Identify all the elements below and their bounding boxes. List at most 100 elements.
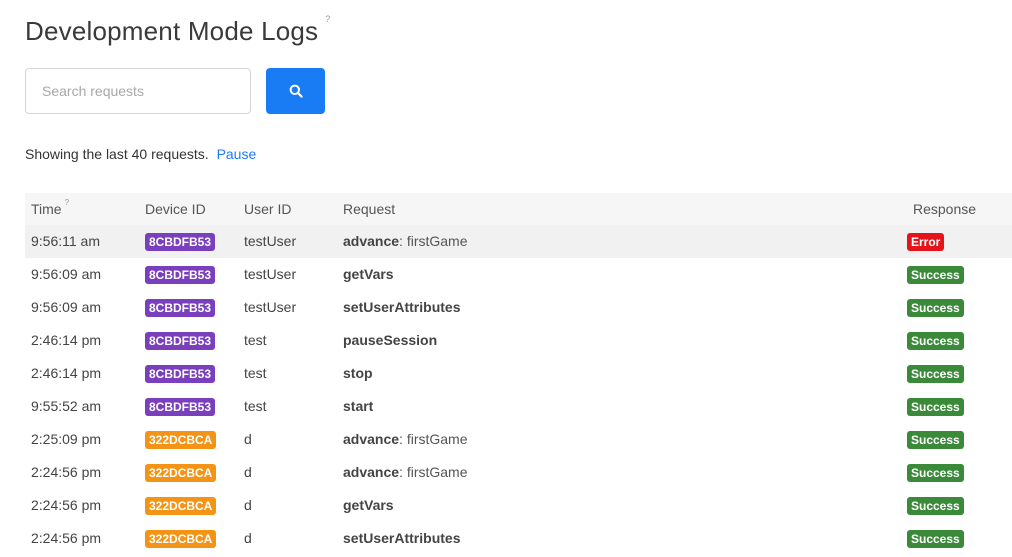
column-header-response[interactable]: Response: [913, 193, 976, 225]
response-status-badge: Success: [907, 497, 964, 516]
request-method: advance: [343, 464, 400, 480]
row-user-id: d: [244, 464, 252, 480]
device-id-badge[interactable]: 322DCBCA: [145, 464, 217, 483]
request-colon: :: [399, 464, 407, 480]
row-device-id: 8CBDFB53: [145, 258, 216, 291]
row-user-id: d: [244, 497, 252, 513]
row-user-id: test: [244, 398, 267, 414]
request-method: setUserAttributes: [343, 299, 461, 315]
response-status-badge: Success: [907, 530, 964, 549]
request-argument: firstGame: [406, 233, 468, 249]
table-body: 9:56:11 am 8CBDFB53 testUser advance: first…: [25, 225, 1012, 555]
table-row[interactable]: 2:24:56 pm 322DCBCA d advance: firstGame Suc…: [25, 456, 1012, 489]
request-method: advance: [343, 233, 400, 249]
table-row[interactable]: 2:25:09 pm 322DCBCA d advance: firstGame Suc…: [25, 423, 1012, 456]
device-id-badge[interactable]: 322DCBCA: [145, 497, 217, 516]
row-time: 2:24:56 pm: [31, 497, 102, 513]
table-header: Time? Device ID User ID Request Response: [25, 193, 1012, 225]
row-device-id: 8CBDFB53: [145, 291, 216, 324]
response-status-badge: Success: [907, 431, 964, 450]
row-time: 9:56:09 am: [31, 299, 102, 315]
response-status-badge: Success: [907, 398, 964, 417]
table-row[interactable]: 2:24:56 pm 322DCBCA d getVars Success: [25, 489, 1012, 522]
response-status-badge: Success: [907, 365, 964, 384]
device-id-badge[interactable]: 8CBDFB53: [145, 365, 216, 384]
request-colon: :: [399, 233, 407, 249]
device-id-badge[interactable]: 322DCBCA: [145, 530, 217, 549]
row-request: setUserAttributes: [343, 291, 460, 324]
row-time: 9:55:52 am: [31, 398, 102, 414]
row-response: Success: [907, 423, 964, 456]
row-device-id: 8CBDFB53: [145, 357, 216, 390]
row-request: start: [343, 390, 373, 423]
row-request: advance: firstGame: [343, 225, 468, 258]
column-header-user-id[interactable]: User ID: [244, 193, 291, 225]
table-row[interactable]: 9:56:09 am 8CBDFB53 testUser setUserAttribu…: [25, 291, 1012, 324]
row-response: Success: [907, 357, 964, 390]
row-time: 2:46:14 pm: [31, 365, 102, 381]
row-user-id: testUser: [244, 266, 297, 282]
row-response: Success: [907, 390, 964, 423]
row-time: 2:24:56 pm: [31, 464, 102, 480]
request-method: start: [343, 398, 374, 414]
row-response: Error: [907, 225, 945, 258]
request-log-table: Time? Device ID User ID Request Response…: [25, 193, 1012, 555]
table-row[interactable]: 9:56:11 am 8CBDFB53 testUser advance: first…: [25, 225, 1012, 258]
row-request: setUserAttributes: [343, 522, 460, 555]
column-header-request[interactable]: Request: [343, 193, 395, 225]
page-title: Development Mode Logs: [25, 16, 319, 46]
request-colon: :: [399, 431, 407, 447]
row-response: Success: [907, 258, 964, 291]
row-device-id: 8CBDFB53: [145, 324, 216, 357]
request-method: setUserAttributes: [343, 530, 461, 546]
row-request: advance: firstGame: [343, 423, 468, 456]
request-method: getVars: [343, 266, 394, 282]
row-user-id: testUser: [244, 233, 297, 249]
row-response: Success: [907, 456, 964, 489]
search-button[interactable]: [266, 68, 325, 114]
table-row[interactable]: 9:55:52 am 8CBDFB53 test start Success: [25, 390, 1012, 423]
device-id-badge[interactable]: 8CBDFB53: [145, 266, 216, 285]
row-user-id: test: [244, 365, 267, 381]
row-request: getVars: [343, 489, 394, 522]
request-argument: firstGame: [406, 431, 468, 447]
device-id-badge[interactable]: 8CBDFB53: [145, 398, 216, 417]
row-response: Success: [907, 291, 964, 324]
row-device-id: 322DCBCA: [145, 522, 217, 555]
request-method: pauseSession: [343, 332, 438, 348]
search-input[interactable]: [25, 68, 251, 114]
device-id-badge[interactable]: 322DCBCA: [145, 431, 217, 450]
row-device-id: 8CBDFB53: [145, 390, 216, 423]
table-row[interactable]: 2:46:14 pm 8CBDFB53 test stop Success: [25, 357, 1012, 390]
row-time: 2:46:14 pm: [31, 332, 102, 348]
column-header-device-id[interactable]: Device ID: [145, 193, 206, 225]
column-header-time[interactable]: Time?: [31, 193, 69, 225]
row-time: 9:56:09 am: [31, 266, 102, 282]
row-device-id: 322DCBCA: [145, 489, 217, 522]
row-response: Success: [907, 522, 964, 555]
status-line: Showing the last 40 requests. Pause: [25, 146, 256, 162]
pause-link[interactable]: Pause: [217, 146, 257, 162]
row-response: Success: [907, 489, 964, 522]
row-request: pauseSession: [343, 324, 437, 357]
row-device-id: 322DCBCA: [145, 423, 217, 456]
row-device-id: 8CBDFB53: [145, 225, 216, 258]
response-status-badge: Success: [907, 332, 964, 351]
time-help-icon[interactable]: ?: [65, 198, 69, 207]
search-icon: [289, 84, 303, 98]
row-request: advance: firstGame: [343, 456, 468, 489]
row-request: getVars: [343, 258, 394, 291]
request-method: getVars: [343, 497, 394, 513]
table-row[interactable]: 2:24:56 pm 322DCBCA d setUserAttributes Succ…: [25, 522, 1012, 555]
response-status-badge: Success: [907, 266, 964, 285]
table-row[interactable]: 2:46:14 pm 8CBDFB53 test pauseSession Succes…: [25, 324, 1012, 357]
device-id-badge[interactable]: 8CBDFB53: [145, 233, 216, 252]
response-status-badge: Success: [907, 464, 964, 483]
row-time: 9:56:11 am: [31, 233, 101, 249]
row-time: 2:25:09 pm: [31, 431, 102, 447]
help-icon[interactable]: ?: [325, 14, 330, 24]
device-id-badge[interactable]: 8CBDFB53: [145, 299, 216, 318]
device-id-badge[interactable]: 8CBDFB53: [145, 332, 216, 351]
row-user-id: d: [244, 431, 252, 447]
table-row[interactable]: 9:56:09 am 8CBDFB53 testUser getVars Success: [25, 258, 1012, 291]
